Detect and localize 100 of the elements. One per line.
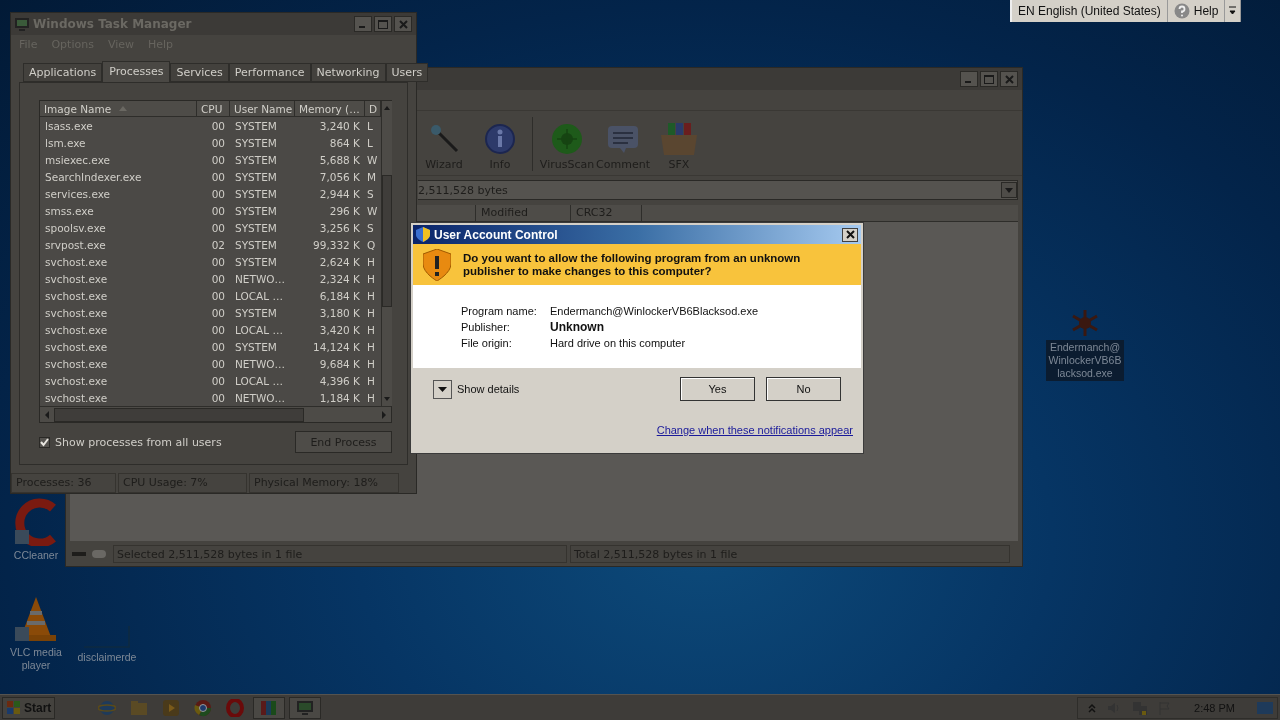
process-row[interactable]: svchost.exe 00 SYSTEM 14,124 K H (40, 338, 381, 355)
field-label: File origin: (461, 335, 513, 350)
table-cell-text: LOCAL … (234, 373, 284, 389)
column-header[interactable]: Memory (… (295, 101, 365, 117)
process-row[interactable]: services.exe 00 SYSTEM 2,944 K S (40, 185, 381, 202)
process-row[interactable]: SearchIndexer.exe 00 SYSTEM 7,056 K M (40, 168, 381, 185)
table-cell-text: 00 (210, 254, 226, 270)
icon-label[interactable]: VLC media player (6, 645, 66, 673)
caret-icon (438, 386, 447, 392)
process-row[interactable]: svchost.exe 00 NETWO… 9,684 K H (40, 355, 381, 372)
table-cell-text: W (366, 152, 379, 168)
tab[interactable]: Services (170, 63, 229, 82)
table-cell-text: 00 (210, 288, 226, 304)
table-cell-text: H (366, 271, 376, 287)
process-row[interactable]: smss.exe 00 SYSTEM 296 K W (40, 202, 381, 219)
table-cell-text: 00 (210, 271, 226, 287)
column-header[interactable]: CPU (197, 101, 230, 117)
question-text: Do you want to allow the following program from an unknown publisher to make changes to this computer? (463, 251, 802, 278)
process-row[interactable]: lsass.exe 00 SYSTEM 3,240 K L (40, 117, 381, 134)
table-cell-text: 4,396 K (318, 373, 361, 389)
process-list[interactable] (39, 100, 392, 423)
dialog-button[interactable]: No (766, 377, 841, 401)
icon-label[interactable]: Endermanch@WinlockerVB6Blacksod.exe (1046, 340, 1124, 381)
dropdown-button[interactable] (1001, 182, 1017, 198)
windows-logo-icon (6, 699, 22, 716)
info-icon (484, 123, 516, 155)
close-button[interactable] (842, 227, 858, 242)
process-row[interactable]: svchost.exe 00 SYSTEM 3,180 K H (40, 304, 381, 321)
table-cell-text: S (366, 186, 375, 202)
table-cell-text: spoolsv.exe (44, 220, 107, 236)
table-cell-text: 00 (210, 203, 226, 219)
process-row[interactable]: lsm.exe 00 SYSTEM 864 K L (40, 134, 381, 151)
table-cell-text: 00 (210, 356, 226, 372)
icon-label[interactable]: disclaimerde (75, 650, 139, 665)
minimize-button[interactable] (354, 16, 372, 32)
settings-link[interactable]: Change when these notifications appear (656, 424, 853, 436)
process-row[interactable]: svchost.exe 00 SYSTEM 2,624 K H (40, 253, 381, 270)
language-button[interactable]: EN English (United States) (1012, 0, 1168, 22)
process-row[interactable]: svchost.exe 00 LOCAL … 6,184 K H (40, 287, 381, 304)
process-row[interactable]: msiexec.exe 00 SYSTEM 5,688 K W (40, 151, 381, 168)
table-cell-text: 99,332 K (312, 237, 361, 253)
table-cell-text: SYSTEM (234, 305, 278, 321)
play-icon (162, 698, 181, 717)
dialog-button[interactable]: Yes (680, 377, 755, 401)
ring-icon (226, 698, 245, 717)
table-cell-text: svchost.exe (44, 288, 109, 304)
icon-label[interactable]: CCleaner (11, 548, 61, 563)
table-cell-text: H (366, 339, 376, 355)
table-cell-text: NETWO… (234, 390, 287, 406)
table-cell-text: 00 (210, 135, 226, 151)
process-row[interactable]: svchost.exe 00 LOCAL … 3,420 K H (40, 321, 381, 338)
maximize-button[interactable] (980, 71, 998, 87)
maximize-button[interactable] (374, 16, 392, 32)
table-cell-text: H (366, 305, 376, 321)
process-row[interactable]: svchost.exe 00 LOCAL … 4,396 K H (40, 372, 381, 389)
monitor-icon (15, 17, 29, 31)
tab[interactable]: Applications (23, 63, 103, 82)
tab[interactable]: Users (385, 63, 429, 82)
taskbar-button[interactable] (289, 696, 322, 719)
process-row[interactable]: svchost.exe 00 NETWO… 1,184 K H (40, 389, 381, 406)
table-cell-text: 296 K (328, 203, 361, 219)
vertical-scrollbar[interactable] (381, 101, 392, 406)
table-cell-text: 2,944 K (318, 186, 361, 202)
tab[interactable]: Networking (310, 63, 386, 82)
table-cell-text: 00 (210, 220, 226, 236)
horizontal-scrollbar[interactable] (40, 406, 391, 422)
process-row[interactable]: spoolsv.exe 00 SYSTEM 3,256 K S (40, 219, 381, 236)
help-button[interactable]: Help (1167, 0, 1226, 22)
column-header[interactable]: Image Name (40, 101, 197, 117)
column-header[interactable]: D (365, 101, 381, 117)
table-cell-text: 00 (210, 305, 226, 321)
monitor-icon (296, 699, 315, 716)
process-row[interactable]: svchost.exe 00 NETWO… 2,324 K H (40, 270, 381, 287)
tab[interactable]: Performance (228, 63, 311, 82)
table-cell-text: H (366, 356, 376, 372)
table-cell-text: SYSTEM (234, 203, 278, 219)
table-cell-text: Q (366, 237, 377, 253)
sort-arrow-icon (119, 106, 128, 111)
table-cell-text: H (366, 390, 376, 406)
maximize-icon (984, 74, 994, 84)
tab[interactable]: Processes (102, 61, 171, 82)
expand-button[interactable] (433, 379, 452, 399)
field-label: Program name: (461, 303, 538, 318)
table-cell-text: SYSTEM (234, 186, 278, 202)
checkbox[interactable] (39, 436, 50, 448)
minimize-button[interactable] (960, 71, 978, 87)
dialog-title: User Account Control (434, 227, 559, 242)
checkbox-label: Show processes from all users (55, 435, 222, 449)
field-value: Hard drive on this computer (550, 335, 687, 350)
column-header[interactable]: User Name (230, 101, 295, 117)
table-cell-text: 1,184 K (318, 390, 361, 406)
process-row[interactable]: srvpost.exe 02 SYSTEM 99,332 K Q (40, 236, 381, 253)
caret-icon (1005, 187, 1013, 193)
table-cell-text: LOCAL … (234, 288, 284, 304)
taskbar-button[interactable] (253, 696, 286, 719)
table-cell-text: 00 (210, 339, 226, 355)
table-cell-text: 2,324 K (318, 271, 361, 287)
table-cell-text: M (366, 169, 378, 185)
table-cell-text: 3,180 K (318, 305, 361, 321)
table-cell-text: svchost.exe (44, 373, 109, 389)
